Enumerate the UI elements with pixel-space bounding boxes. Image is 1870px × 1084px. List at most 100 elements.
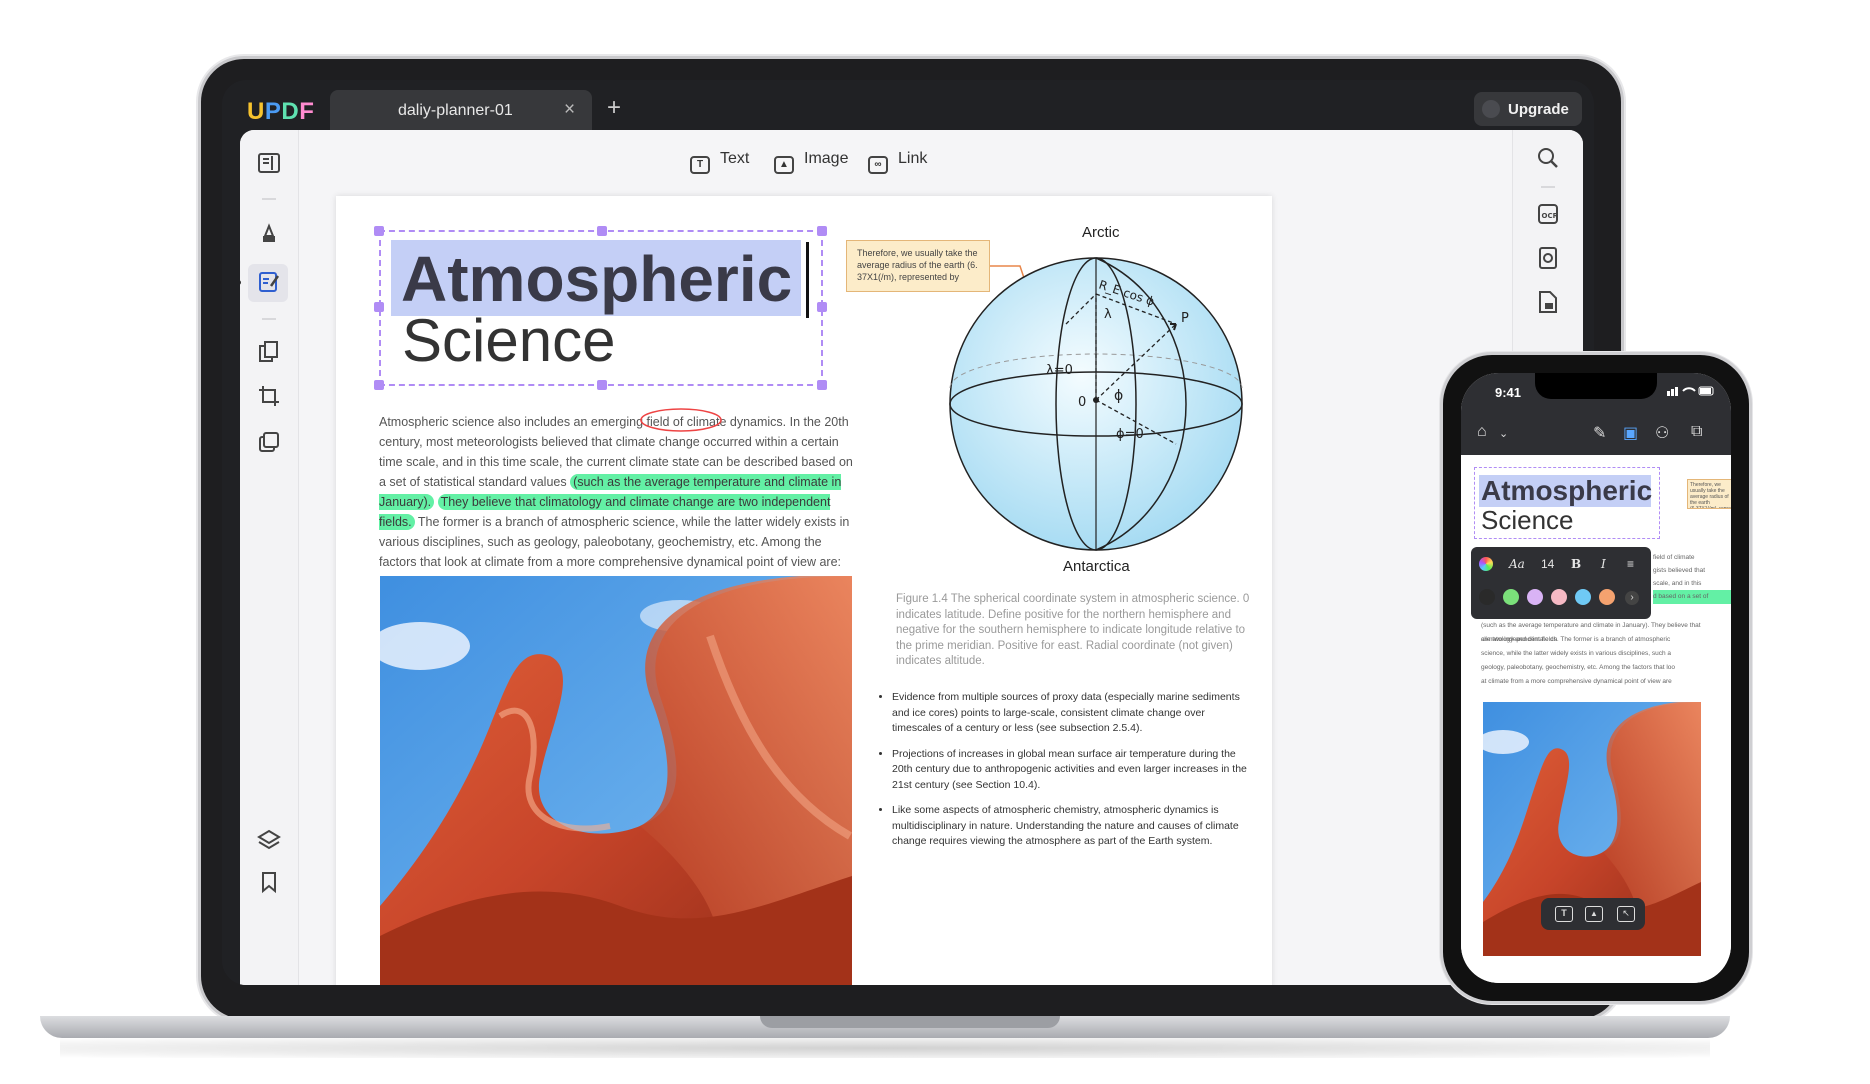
link-icon: ∞	[868, 156, 888, 174]
title-line2[interactable]: Science	[402, 306, 615, 375]
phone-screen: 9:41 ⌂ ⌄ ✎ ▣ ⚇ ⧉ Atmospheric Science The…	[1461, 373, 1731, 983]
protect-icon[interactable]	[1535, 290, 1561, 316]
laptop-base-notch	[760, 1016, 1060, 1028]
active-indicator	[240, 280, 241, 285]
tools-icon[interactable]	[256, 430, 282, 456]
canyon-photo[interactable]	[380, 576, 852, 985]
upgrade-label: Upgrade	[1508, 101, 1569, 118]
bullet-list: Evidence from multiple sources of proxy …	[884, 690, 1252, 860]
list-item[interactable]: Projections of increases in global mean …	[892, 747, 1252, 794]
phi-zero-label: ϕ=0	[1116, 427, 1144, 442]
phone-text-line: gists believed that	[1653, 567, 1706, 574]
phone-title-line2[interactable]: Science	[1481, 505, 1574, 536]
italic-button[interactable]: I	[1601, 557, 1606, 571]
pdf-page: Atmospheric Science Atmospheric science …	[336, 196, 1272, 985]
sidebar-divider	[262, 198, 276, 200]
phone-text-line: at climate from a more comprehensive dyn…	[1481, 678, 1672, 685]
font-button[interactable]: Aa	[1509, 557, 1525, 571]
point-p-label: P	[1181, 311, 1189, 326]
add-link-button[interactable]: ∞ Link	[868, 150, 927, 174]
color-swatch[interactable]	[1479, 589, 1495, 605]
color-swatch[interactable]	[1527, 589, 1543, 605]
phi-label: ϕ	[1114, 388, 1123, 404]
phone-device: 9:41 ⌂ ⌄ ✎ ▣ ⚇ ⧉ Atmospheric Science The…	[1440, 352, 1752, 1004]
title-line1[interactable]: Atmospheric	[401, 242, 792, 316]
phone-notch	[1535, 373, 1657, 399]
add-tab-icon[interactable]: +	[607, 94, 621, 122]
phone-title-line1[interactable]: Atmospheric	[1479, 475, 1652, 507]
pages-icon[interactable]: ⧉	[1691, 423, 1702, 441]
convert-icon[interactable]	[1535, 246, 1561, 272]
color-swatch[interactable]	[1575, 589, 1591, 605]
phone-page: Atmospheric Science Therefore, we usuall…	[1461, 455, 1731, 983]
list-item[interactable]: Evidence from multiple sources of proxy …	[892, 690, 1252, 737]
phone-text-line: are two independent fields. The former i…	[1481, 636, 1671, 643]
document-tab[interactable]: daliy-planner-01 ×	[330, 90, 592, 132]
resize-handle[interactable]	[817, 380, 827, 390]
title-bar: UPDF daliy-planner-01 × + Upgrade	[222, 80, 1594, 132]
search-icon[interactable]	[1535, 146, 1561, 172]
sidebar-divider	[262, 318, 276, 320]
image-tool-icon[interactable]: ▲	[1585, 906, 1603, 922]
add-text-button[interactable]: T Text	[690, 150, 749, 174]
title-highlight[interactable]: Atmospheric	[391, 240, 801, 316]
pen-icon[interactable]: ✎	[1593, 423, 1606, 443]
resize-handle[interactable]	[597, 380, 607, 390]
resize-handle[interactable]	[597, 226, 607, 236]
bold-button[interactable]: B	[1571, 557, 1581, 571]
edit-pdf-icon[interactable]	[256, 270, 282, 296]
resize-handle[interactable]	[817, 302, 827, 312]
reader-icon[interactable]	[256, 152, 282, 178]
globe-bottom-label: Antarctica	[1063, 558, 1130, 575]
phone-bottom-toolbar: T ▲ ↖	[1541, 898, 1645, 930]
upgrade-button[interactable]: Upgrade	[1474, 92, 1582, 126]
more-colors-icon[interactable]: ›	[1625, 591, 1639, 605]
add-image-button[interactable]: ▲ Image	[774, 150, 848, 174]
phone-top-bar: 9:41 ⌂ ⌄ ✎ ▣ ⚇ ⧉	[1461, 373, 1731, 455]
color-wheel-icon[interactable]	[1479, 557, 1493, 571]
text-caret	[806, 242, 809, 318]
list-item[interactable]: Like some aspects of atmospheric chemist…	[892, 803, 1252, 850]
resize-handle[interactable]	[374, 226, 384, 236]
select-tool-icon[interactable]: ↖	[1617, 906, 1635, 922]
phone-text-line: geology, paleobotany, geochemistry, etc.…	[1481, 664, 1676, 671]
chevron-down-icon[interactable]: ⌄	[1499, 427, 1508, 440]
status-icons	[1667, 385, 1715, 400]
sidebar-divider	[1541, 186, 1555, 188]
left-sidebar	[240, 130, 299, 985]
globe-top-label: Arctic	[1082, 224, 1120, 241]
edit-text-icon[interactable]: ▣	[1623, 423, 1638, 443]
image-icon: ▲	[774, 156, 794, 174]
align-icon[interactable]: ≡	[1627, 557, 1634, 571]
resize-handle[interactable]	[817, 226, 827, 236]
close-tab-icon[interactable]: ×	[564, 99, 575, 121]
text-tool-icon[interactable]: T	[1555, 906, 1573, 922]
figure-caption[interactable]: Figure 1.4 The spherical coordinate syst…	[896, 592, 1258, 670]
user-icon[interactable]: ⚇	[1655, 423, 1669, 443]
bookmark-icon[interactable]	[256, 870, 282, 896]
svg-text:OCR: OCR	[1542, 212, 1559, 220]
crop-icon[interactable]	[256, 384, 282, 410]
circle-annotation[interactable]	[636, 406, 736, 436]
phone-text-line: science, while the latter widely exists …	[1481, 650, 1672, 657]
color-swatch[interactable]	[1599, 589, 1615, 605]
globe-diagram: λ=0 0 ϕ ϕ=0 λ P R_E cos ϕ	[949, 257, 1243, 551]
layers-icon[interactable]	[256, 828, 282, 854]
organize-pages-icon[interactable]	[256, 340, 282, 366]
body-paragraph[interactable]: Atmospheric science also includes an eme…	[379, 412, 859, 572]
laptop-screen: UPDF daliy-planner-01 × + Upgrade T Text…	[222, 80, 1594, 985]
resize-handle[interactable]	[374, 302, 384, 312]
font-size-value[interactable]: 14	[1541, 557, 1554, 571]
tab-title: daliy-planner-01	[398, 102, 513, 119]
app-window: T Text ▲ Image ∞ Link OCR Atmospheric Sc…	[240, 130, 1583, 985]
ocr-icon[interactable]: OCR	[1535, 202, 1561, 228]
color-swatch[interactable]	[1503, 589, 1519, 605]
phone-callout[interactable]: Therefore, we usually take the average r…	[1687, 479, 1731, 509]
home-icon[interactable]: ⌂	[1477, 423, 1487, 441]
phone-text-line: field of climate	[1653, 554, 1695, 561]
lambda-zero-label: λ=0	[1046, 363, 1073, 378]
phone-text-line: d based on a set of	[1653, 590, 1731, 604]
highlighter-icon[interactable]	[256, 222, 282, 248]
resize-handle[interactable]	[374, 380, 384, 390]
color-swatch[interactable]	[1551, 589, 1567, 605]
